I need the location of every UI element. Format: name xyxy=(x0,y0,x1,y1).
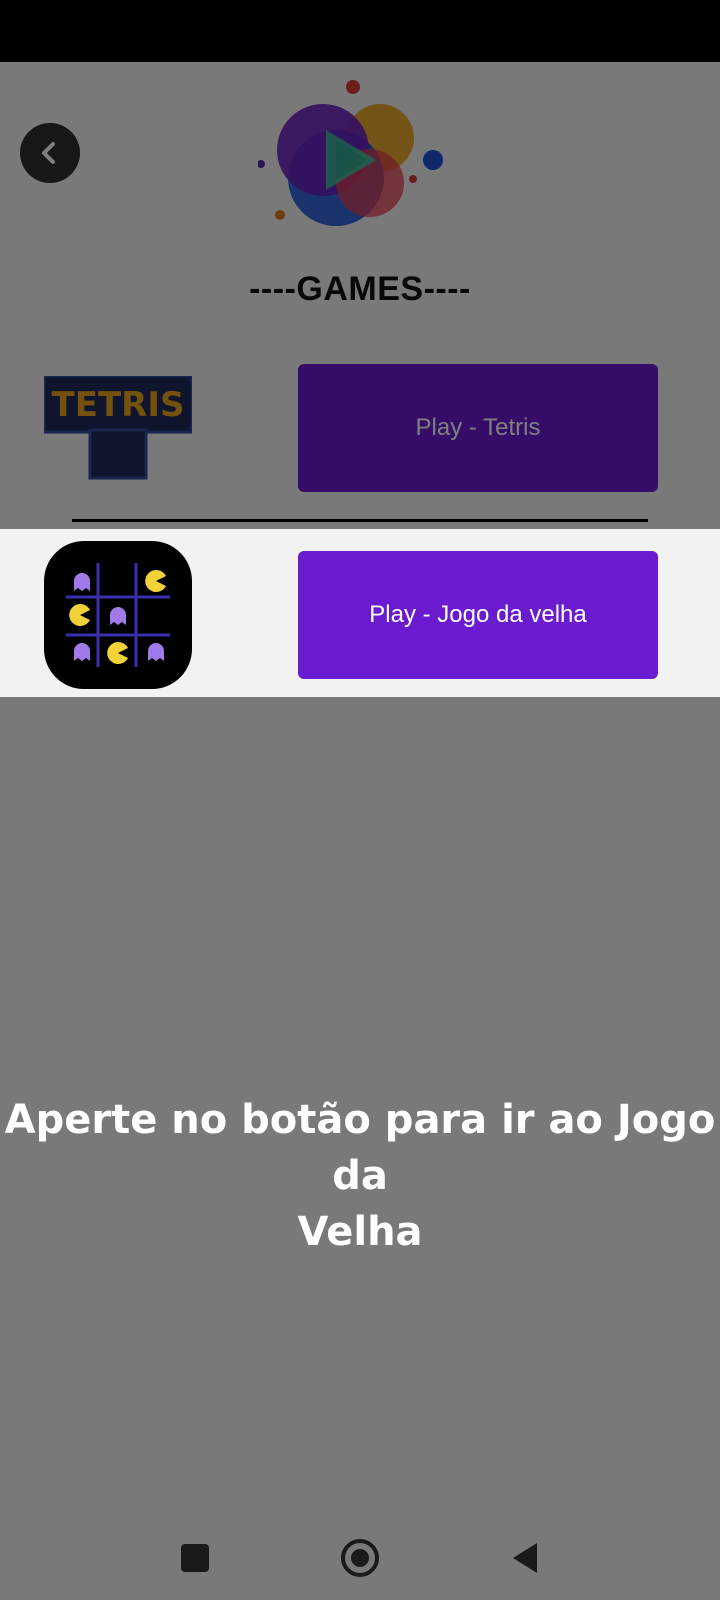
tutorial-tip: Aperte no botão para ir ao Jogo da Velha xyxy=(0,1092,720,1260)
circle-home-icon xyxy=(341,1539,379,1577)
jogo-da-velha-thumbnail xyxy=(44,541,192,689)
tutorial-tip-line-2: Velha xyxy=(297,1209,423,1255)
square-icon xyxy=(181,1544,209,1572)
home-button[interactable] xyxy=(338,1536,382,1580)
status-bar xyxy=(0,0,720,62)
system-back-button[interactable] xyxy=(503,1536,547,1580)
recents-button[interactable] xyxy=(173,1536,217,1580)
triangle-back-icon xyxy=(513,1543,537,1573)
tutorial-overlay-top xyxy=(0,62,720,529)
play-jogo-da-velha-button[interactable]: Play - Jogo da velha xyxy=(298,551,658,679)
tutorial-tip-line-1: Aperte no botão para ir ao Jogo da xyxy=(4,1097,716,1199)
